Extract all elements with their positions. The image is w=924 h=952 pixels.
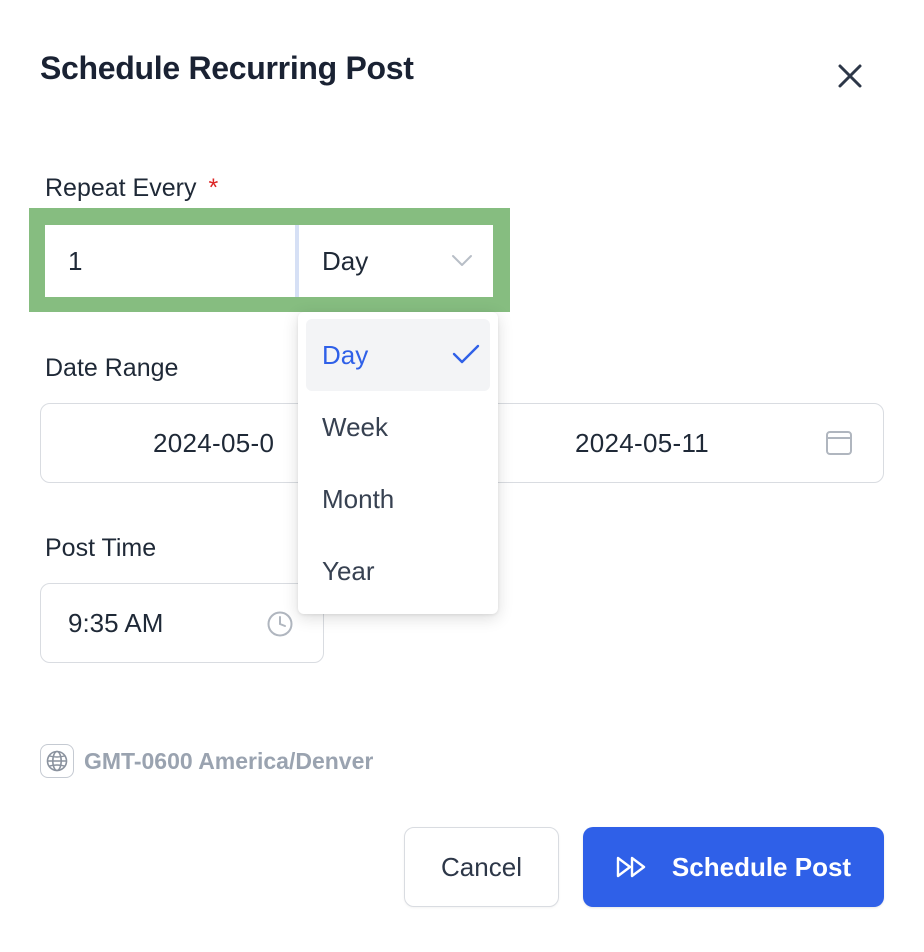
globe-icon xyxy=(40,744,74,778)
dropdown-option-label: Year xyxy=(322,555,375,586)
post-time-value: 9:35 AM xyxy=(68,608,164,638)
dropdown-option-year[interactable]: Year xyxy=(306,535,490,607)
dropdown-option-label: Week xyxy=(322,411,388,442)
schedule-post-button[interactable]: Schedule Post xyxy=(583,827,884,907)
post-time-label: Post Time xyxy=(45,534,157,562)
repeat-unit-dropdown: Day Week Month Year xyxy=(298,312,498,614)
timezone-display: GMT-0600 America/Denver xyxy=(40,744,373,778)
check-icon xyxy=(452,344,480,364)
close-icon xyxy=(838,64,862,88)
post-time-picker[interactable]: 9:35 AM xyxy=(40,583,324,663)
dropdown-option-label: Month xyxy=(322,483,395,514)
schedule-recurring-post-dialog: Schedule Recurring Post Repeat Every * Da… xyxy=(0,0,924,952)
fast-forward-icon xyxy=(616,856,648,878)
date-range-label: Date Range xyxy=(45,354,179,382)
timezone-text: GMT-0600 America/Denver xyxy=(84,747,374,774)
repeat-unit-select[interactable]: Day xyxy=(299,225,493,297)
repeat-interval-input[interactable] xyxy=(45,225,295,297)
dropdown-option-day[interactable]: Day xyxy=(306,319,490,391)
chevron-down-icon xyxy=(452,255,472,266)
close-button[interactable] xyxy=(828,54,872,98)
repeat-unit-value: Day xyxy=(322,245,369,276)
required-marker: * xyxy=(208,174,219,202)
clock-icon xyxy=(267,611,293,637)
date-range-start[interactable]: 2024-05-0 xyxy=(153,428,274,459)
dropdown-option-week[interactable]: Week xyxy=(306,391,490,463)
repeat-every-label-text: Repeat Every xyxy=(45,174,197,202)
cancel-button[interactable]: Cancel xyxy=(404,827,559,907)
calendar-icon xyxy=(826,431,852,455)
dialog-title: Schedule Recurring Post xyxy=(40,50,414,86)
dropdown-option-month[interactable]: Month xyxy=(306,463,490,535)
date-range-end[interactable]: 2024-05-11 xyxy=(575,428,709,459)
repeat-every-label: Repeat Every * xyxy=(45,174,218,203)
schedule-post-label: Schedule Post xyxy=(671,851,852,882)
dropdown-option-label: Day xyxy=(322,339,369,370)
